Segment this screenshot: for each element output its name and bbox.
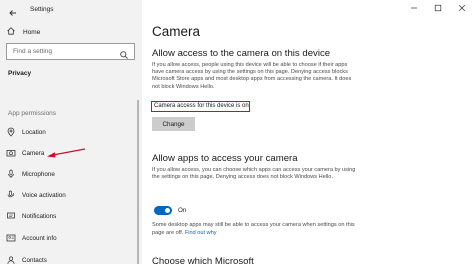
- section-title: Privacy: [8, 70, 32, 77]
- section-heading: Allow apps to access your camera: [152, 153, 298, 164]
- sidebar-item-label: Contacts: [22, 256, 47, 264]
- page-title: Camera: [152, 24, 201, 39]
- app-title: Settings: [30, 6, 54, 13]
- sidebar-home[interactable]: Home: [6, 26, 126, 38]
- window-controls: [402, 0, 474, 16]
- status-highlight: Camera access for this device is on: [151, 101, 250, 112]
- sidebar-scrollbar[interactable]: [137, 100, 139, 264]
- sidebar-item-label: Microphone: [22, 170, 55, 178]
- sidebar-item-notifications[interactable]: Notifications: [6, 210, 126, 222]
- section-heading: Allow access to the camera on this devic…: [152, 48, 331, 59]
- toggle-knob: [165, 208, 170, 213]
- change-button[interactable]: Change: [152, 117, 195, 131]
- sidebar-item-microphone[interactable]: Microphone: [6, 168, 126, 180]
- sidebar-item-account-info[interactable]: Account info: [6, 232, 126, 244]
- sidebar-item-voice-activation[interactable]: Voice activation: [6, 189, 126, 201]
- section-heading: Choose which Microsoft: [152, 256, 254, 264]
- camera-status-text: Camera access for this device is on: [154, 103, 249, 109]
- main-content: Camera Allow access to the camera on thi…: [142, 0, 474, 264]
- location-icon: [6, 127, 16, 137]
- sidebar-home-label: Home: [23, 28, 41, 36]
- sidebar-item-contacts[interactable]: Contacts: [6, 254, 126, 264]
- section-description: If you allow access, people using this d…: [152, 62, 352, 90]
- notifications-icon: [6, 211, 16, 221]
- sidebar-item-label: Voice activation: [22, 191, 66, 199]
- search-input[interactable]: Find a setting: [6, 43, 135, 60]
- sidebar: Settings Home Find a setting Privacy App…: [0, 0, 142, 264]
- microphone-icon: [6, 169, 16, 179]
- voice-activation-icon: [6, 190, 16, 200]
- camera-apps-toggle[interactable]: [154, 206, 172, 215]
- minimize-icon[interactable]: [402, 0, 426, 16]
- home-icon: [6, 23, 16, 41]
- find-out-why-link[interactable]: Find out why: [185, 230, 217, 236]
- search-placeholder: Find a setting: [13, 48, 53, 55]
- annotation-arrow-icon: [47, 148, 86, 158]
- sidebar-item-label: Location: [22, 128, 46, 136]
- toggle-state-label: On: [178, 207, 187, 214]
- sidebar-item-label: Account info: [22, 234, 57, 242]
- sidebar-item-label: Camera: [22, 149, 45, 157]
- section-description: If you allow access, you can choose whic…: [152, 167, 356, 181]
- maximize-icon[interactable]: [426, 0, 450, 16]
- sidebar-item-location[interactable]: Location: [6, 126, 126, 138]
- back-arrow-icon[interactable]: [8, 5, 18, 16]
- account-info-icon: [6, 233, 16, 243]
- search-icon[interactable]: [119, 47, 129, 59]
- close-icon[interactable]: [450, 0, 474, 16]
- group-label: App permissions: [8, 110, 57, 117]
- desktop-apps-note: Some desktop apps may still be able to a…: [152, 221, 362, 237]
- note-text: Some desktop apps may still be able to a…: [152, 222, 355, 236]
- sidebar-item-label: Notifications: [22, 212, 57, 220]
- contacts-icon: [6, 255, 16, 264]
- camera-icon: [6, 148, 16, 158]
